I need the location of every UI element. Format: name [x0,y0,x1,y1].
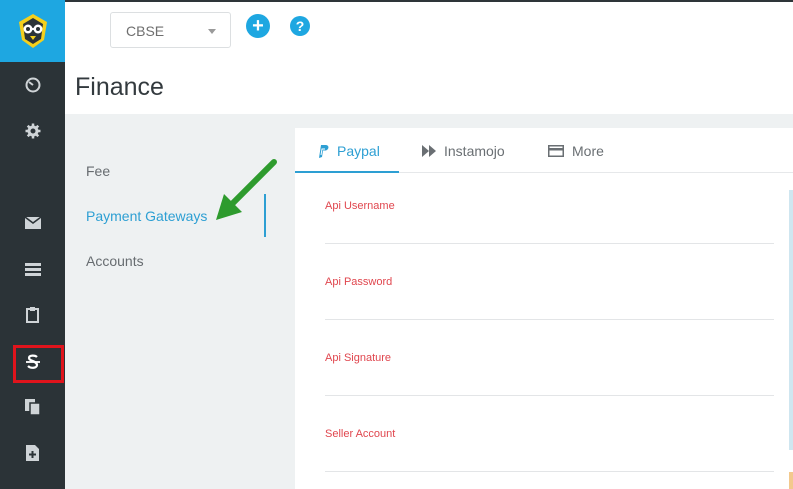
sidebar-item-file-add[interactable] [0,438,65,468]
question-icon: ? [295,18,305,34]
list-icon [24,262,41,276]
tab-paypal-label: Paypal [337,142,380,159]
dashboard-icon [25,77,40,93]
top-bar: CBSE + ? [65,0,793,62]
tab-instamojo-label: Instamojo [444,142,505,159]
sidebar-item-dashboard[interactable] [0,70,65,100]
settings-icon [25,123,40,139]
scrollbar-track[interactable] [789,190,793,450]
nav-item-fee[interactable]: Fee [86,163,110,179]
mail-icon [24,217,41,229]
api-username-input[interactable] [325,243,774,244]
finance-highlight-box [13,345,64,383]
credit-card-icon [548,144,564,157]
sidebar-item-clipboard[interactable] [0,300,65,330]
gateway-tabs: Paypal Instamojo More [295,128,793,173]
seller-account-label: Seller Account [325,428,396,440]
seller-account-input[interactable] [325,471,774,472]
sidebar-item-mail[interactable] [0,208,65,238]
api-password-input[interactable] [325,319,774,320]
app-logo[interactable] [0,0,65,62]
sidebar-item-list[interactable] [0,254,65,284]
tab-instamojo[interactable]: Instamojo [422,128,505,173]
tab-more-label: More [572,142,604,159]
page-title: Finance [75,73,164,101]
org-select-value: CBSE [126,23,165,39]
api-password-label: Api Password [325,276,393,288]
tab-active-underline [295,171,399,173]
owl-logo-icon [18,14,47,48]
file-add-icon [26,445,39,461]
api-username-label: Api Username [325,200,395,212]
title-band [65,62,793,114]
clipboard-icon [26,307,39,323]
sidebar [0,0,65,489]
chevron-down-icon [208,29,216,34]
plus-icon: + [252,15,264,37]
api-signature-label: Api Signature [325,352,392,364]
paypal-icon [317,144,329,158]
green-arrow-annotation [216,159,277,220]
fast-forward-icon [422,144,436,157]
sidebar-item-settings[interactable] [0,116,65,146]
nav-item-accounts[interactable]: Accounts [86,253,144,269]
tab-paypal[interactable]: Paypal [317,128,380,173]
copy-icon [24,399,41,415]
api-signature-input[interactable] [325,395,774,396]
nav-item-payment-gateways[interactable]: Payment Gateways [86,208,207,224]
scrollbar-accent [789,472,793,489]
add-button[interactable]: + [246,14,270,38]
help-button[interactable]: ? [290,16,310,36]
sidebar-item-copy[interactable] [0,392,65,422]
org-select[interactable]: CBSE [110,12,231,48]
gateway-panel: Paypal Instamojo More Api Username Api P… [295,128,793,489]
tab-more[interactable]: More [548,128,604,173]
